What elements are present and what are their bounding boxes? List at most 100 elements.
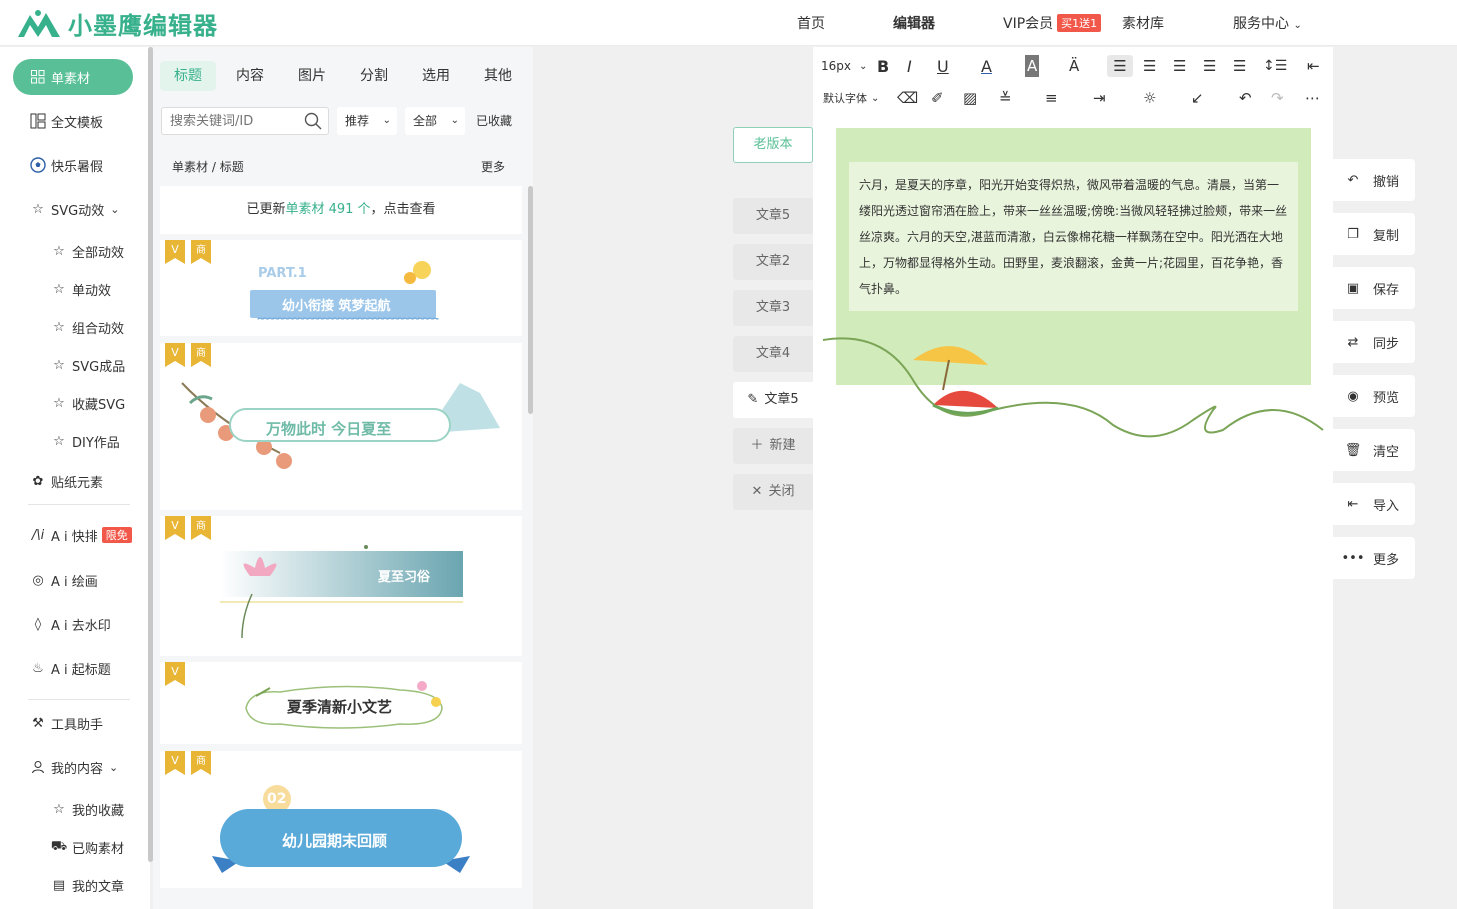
material-card[interactable]: V 商 PART.1 幼小衔接 筑梦起航 — [160, 240, 522, 336]
redo-icon[interactable]: ↷ — [1271, 87, 1284, 109]
new-article-button[interactable]: ＋ 新建 — [733, 428, 813, 464]
align-center-icon[interactable]: ☰ — [1143, 55, 1156, 77]
panel-scrollbar[interactable] — [528, 186, 533, 414]
favorited-filter[interactable]: 已收藏 — [468, 107, 524, 135]
article-text-block[interactable]: 六月，是夏天的序章，阳光开始变得炽热，微风带着温暖的气息。清晨，当第一缕阳光透过… — [849, 162, 1298, 311]
old-version-button[interactable]: 老版本 — [733, 127, 813, 163]
sidebar-item-svg-single[interactable]: ☆ 单动效 — [0, 277, 148, 301]
search-input[interactable] — [162, 108, 302, 134]
card-number: 02 — [267, 791, 287, 807]
font-color-icon[interactable]: A — [981, 55, 992, 77]
import-arrow-icon[interactable]: ⇤ — [1307, 55, 1320, 77]
format-brush-icon[interactable]: ✐ — [931, 87, 944, 109]
more-dots-icon: ••• — [1341, 550, 1365, 566]
sidebar-item-my-fav[interactable]: ☆ 我的收藏 — [0, 797, 148, 821]
article-tab-active[interactable]: ✎ 文章5 — [733, 382, 813, 418]
sort-value: 推荐 — [345, 114, 370, 128]
sidebar-item-svg[interactable]: ☆ SVG动效 ⌄ — [0, 197, 148, 221]
nav-editor[interactable]: 编辑器 — [893, 13, 935, 33]
indent-icon[interactable]: ☰ — [1233, 55, 1246, 77]
underline-icon[interactable]: U — [937, 55, 949, 77]
more-dots-icon[interactable]: ⋯ — [1305, 87, 1320, 109]
sidebar-item-svg-all[interactable]: ☆ 全部动效 — [0, 239, 148, 263]
font-family-select[interactable]: 默认字体 ⌄ — [823, 87, 879, 109]
font-size-select[interactable]: 16px ⌄ — [821, 55, 867, 77]
scope-dropdown[interactable]: 全部 ⌄ — [405, 107, 465, 135]
align-right-icon[interactable]: ☰ — [1173, 55, 1186, 77]
nav-materials[interactable]: 素材库 — [1122, 13, 1164, 33]
sidebar-item-tools[interactable]: ⚒ 工具助手 — [0, 711, 148, 735]
sync-action[interactable]: ⇄ 同步 — [1333, 321, 1415, 363]
sidebar-item-summer[interactable]: 快乐暑假 — [0, 153, 148, 177]
logo[interactable]: 小墨鹰编辑器 — [16, 6, 218, 41]
import-action[interactable]: ⇤ 导入 — [1333, 483, 1415, 525]
sidebar-item-ai-draw[interactable]: ◎ A i 绘画 — [0, 568, 148, 592]
sidebar-item-my-articles[interactable]: ▤ 我的文章 — [0, 873, 148, 897]
spacing-icon[interactable]: ≚ — [999, 87, 1012, 109]
material-card[interactable]: V 商 万物此时 今日夏至 — [160, 343, 522, 510]
text-effect-icon[interactable]: Ä — [1069, 55, 1079, 77]
action-label: 更多 — [1373, 552, 1400, 568]
sidebar-item-single[interactable]: 单素材 — [13, 59, 133, 95]
article-tab[interactable]: 文章4 — [733, 336, 813, 372]
nav-home[interactable]: 首页 — [797, 13, 825, 33]
card-preview-graphic — [220, 545, 463, 639]
nav-service[interactable]: 服务中心 ⌄ — [1233, 13, 1302, 33]
tab-title[interactable]: 标题 — [160, 61, 216, 91]
sidebar-item-ai-title[interactable]: ♨ A i 起标题 — [0, 656, 148, 680]
eraser-icon[interactable]: ⌫ — [897, 87, 918, 109]
sidebar-item-mycontent[interactable]: 我的内容 ⌄ — [0, 755, 148, 779]
indent-spacing-icon[interactable]: ⇥ — [1093, 87, 1106, 109]
sort-dropdown[interactable]: 推荐 ⌄ — [337, 107, 397, 135]
sidebar-item-sticker[interactable]: ✿ 贴纸元素 — [0, 469, 148, 493]
sidebar-item-fulltemplate[interactable]: 全文模板 — [0, 109, 148, 133]
undo-icon[interactable]: ↶ — [1239, 87, 1252, 109]
tab-content[interactable]: 内容 — [236, 61, 264, 91]
update-link[interactable]: 单素材 491 个 — [285, 202, 370, 217]
sidebar-item-diy[interactable]: ☆ DIY作品 — [0, 429, 148, 453]
line-height-icon[interactable]: ↕☰ — [1263, 55, 1287, 77]
article-tab[interactable]: 文章3 — [733, 290, 813, 326]
nav-vip[interactable]: VIP会员 买1送1 — [1003, 13, 1102, 33]
image-icon[interactable]: ▨ — [963, 87, 977, 109]
tab-select[interactable]: 选用 — [422, 61, 450, 91]
undo-action[interactable]: ↶ 撤销 — [1333, 159, 1415, 201]
sidebar-item-svg-fav[interactable]: ☆ 收藏SVG — [0, 391, 148, 415]
material-card[interactable]: V 商 02 幼儿园期末回顾 — [160, 751, 522, 888]
update-notice[interactable]: 已更新单素材 491 个，点击查看 — [160, 186, 522, 234]
tab-other[interactable]: 其他 — [484, 61, 512, 91]
preview-action[interactable]: ◉ 预览 — [1333, 375, 1415, 417]
breadcrumb-single[interactable]: 单素材 — [172, 160, 208, 174]
toolbar-row-2: 默认字体 ⌄ ⌫ ✐ ▨ ≚ ≡ ⇥ ☼ ↙ ↶ ↷ ⋯ — [813, 83, 1333, 113]
clear-action[interactable]: 🗑︎ 清空 — [1333, 429, 1415, 471]
star-icon: ☆ — [32, 201, 44, 217]
tab-divider[interactable]: 分割 — [360, 61, 388, 91]
sidebar-item-svg-group[interactable]: ☆ 组合动效 — [0, 315, 148, 339]
more-link[interactable]: 更多 — [481, 150, 505, 184]
sidebar-item-ai-watermark[interactable]: ◊ A i 去水印 — [0, 612, 148, 636]
sidebar-item-ai-layout[interactable]: /\i A i 快排 限免 — [0, 523, 148, 547]
star-icon: ☆ — [53, 801, 65, 817]
save-action[interactable]: ▣ 保存 — [1333, 267, 1415, 309]
arrow-icon[interactable]: ↙ — [1191, 87, 1204, 109]
bold-icon[interactable]: B — [877, 55, 889, 77]
article-tab[interactable]: 文章2 — [733, 244, 813, 280]
italic-icon[interactable]: I — [907, 55, 912, 77]
highlight-color-icon[interactable]: A — [1025, 55, 1040, 77]
free-badge: 限免 — [101, 527, 132, 543]
sidebar-item-svg-product[interactable]: ☆ SVG成品 — [0, 353, 148, 377]
article-tab[interactable]: 文章5 — [733, 198, 813, 234]
material-card[interactable]: V 商 夏至习俗 — [160, 516, 522, 656]
material-card[interactable]: V 夏季清新小文艺 — [160, 662, 522, 744]
sidebar-label: SVG动效 — [51, 203, 105, 219]
paragraph-spacing-icon[interactable]: ≡ — [1045, 87, 1058, 109]
align-justify-icon[interactable]: ☰ — [1203, 55, 1216, 77]
sidebar-item-my-bought[interactable]: ⛟ 已购素材 — [0, 835, 148, 859]
tab-image[interactable]: 图片 — [298, 61, 326, 91]
align-left-icon[interactable]: ☰ — [1107, 55, 1133, 77]
search-icon[interactable] — [304, 112, 322, 134]
lightbulb-icon[interactable]: ☼ — [1143, 87, 1156, 109]
more-action[interactable]: ••• 更多 — [1333, 537, 1415, 579]
copy-action[interactable]: ❐ 复制 — [1333, 213, 1415, 255]
close-article-button[interactable]: ✕ 关闭 — [733, 474, 813, 510]
